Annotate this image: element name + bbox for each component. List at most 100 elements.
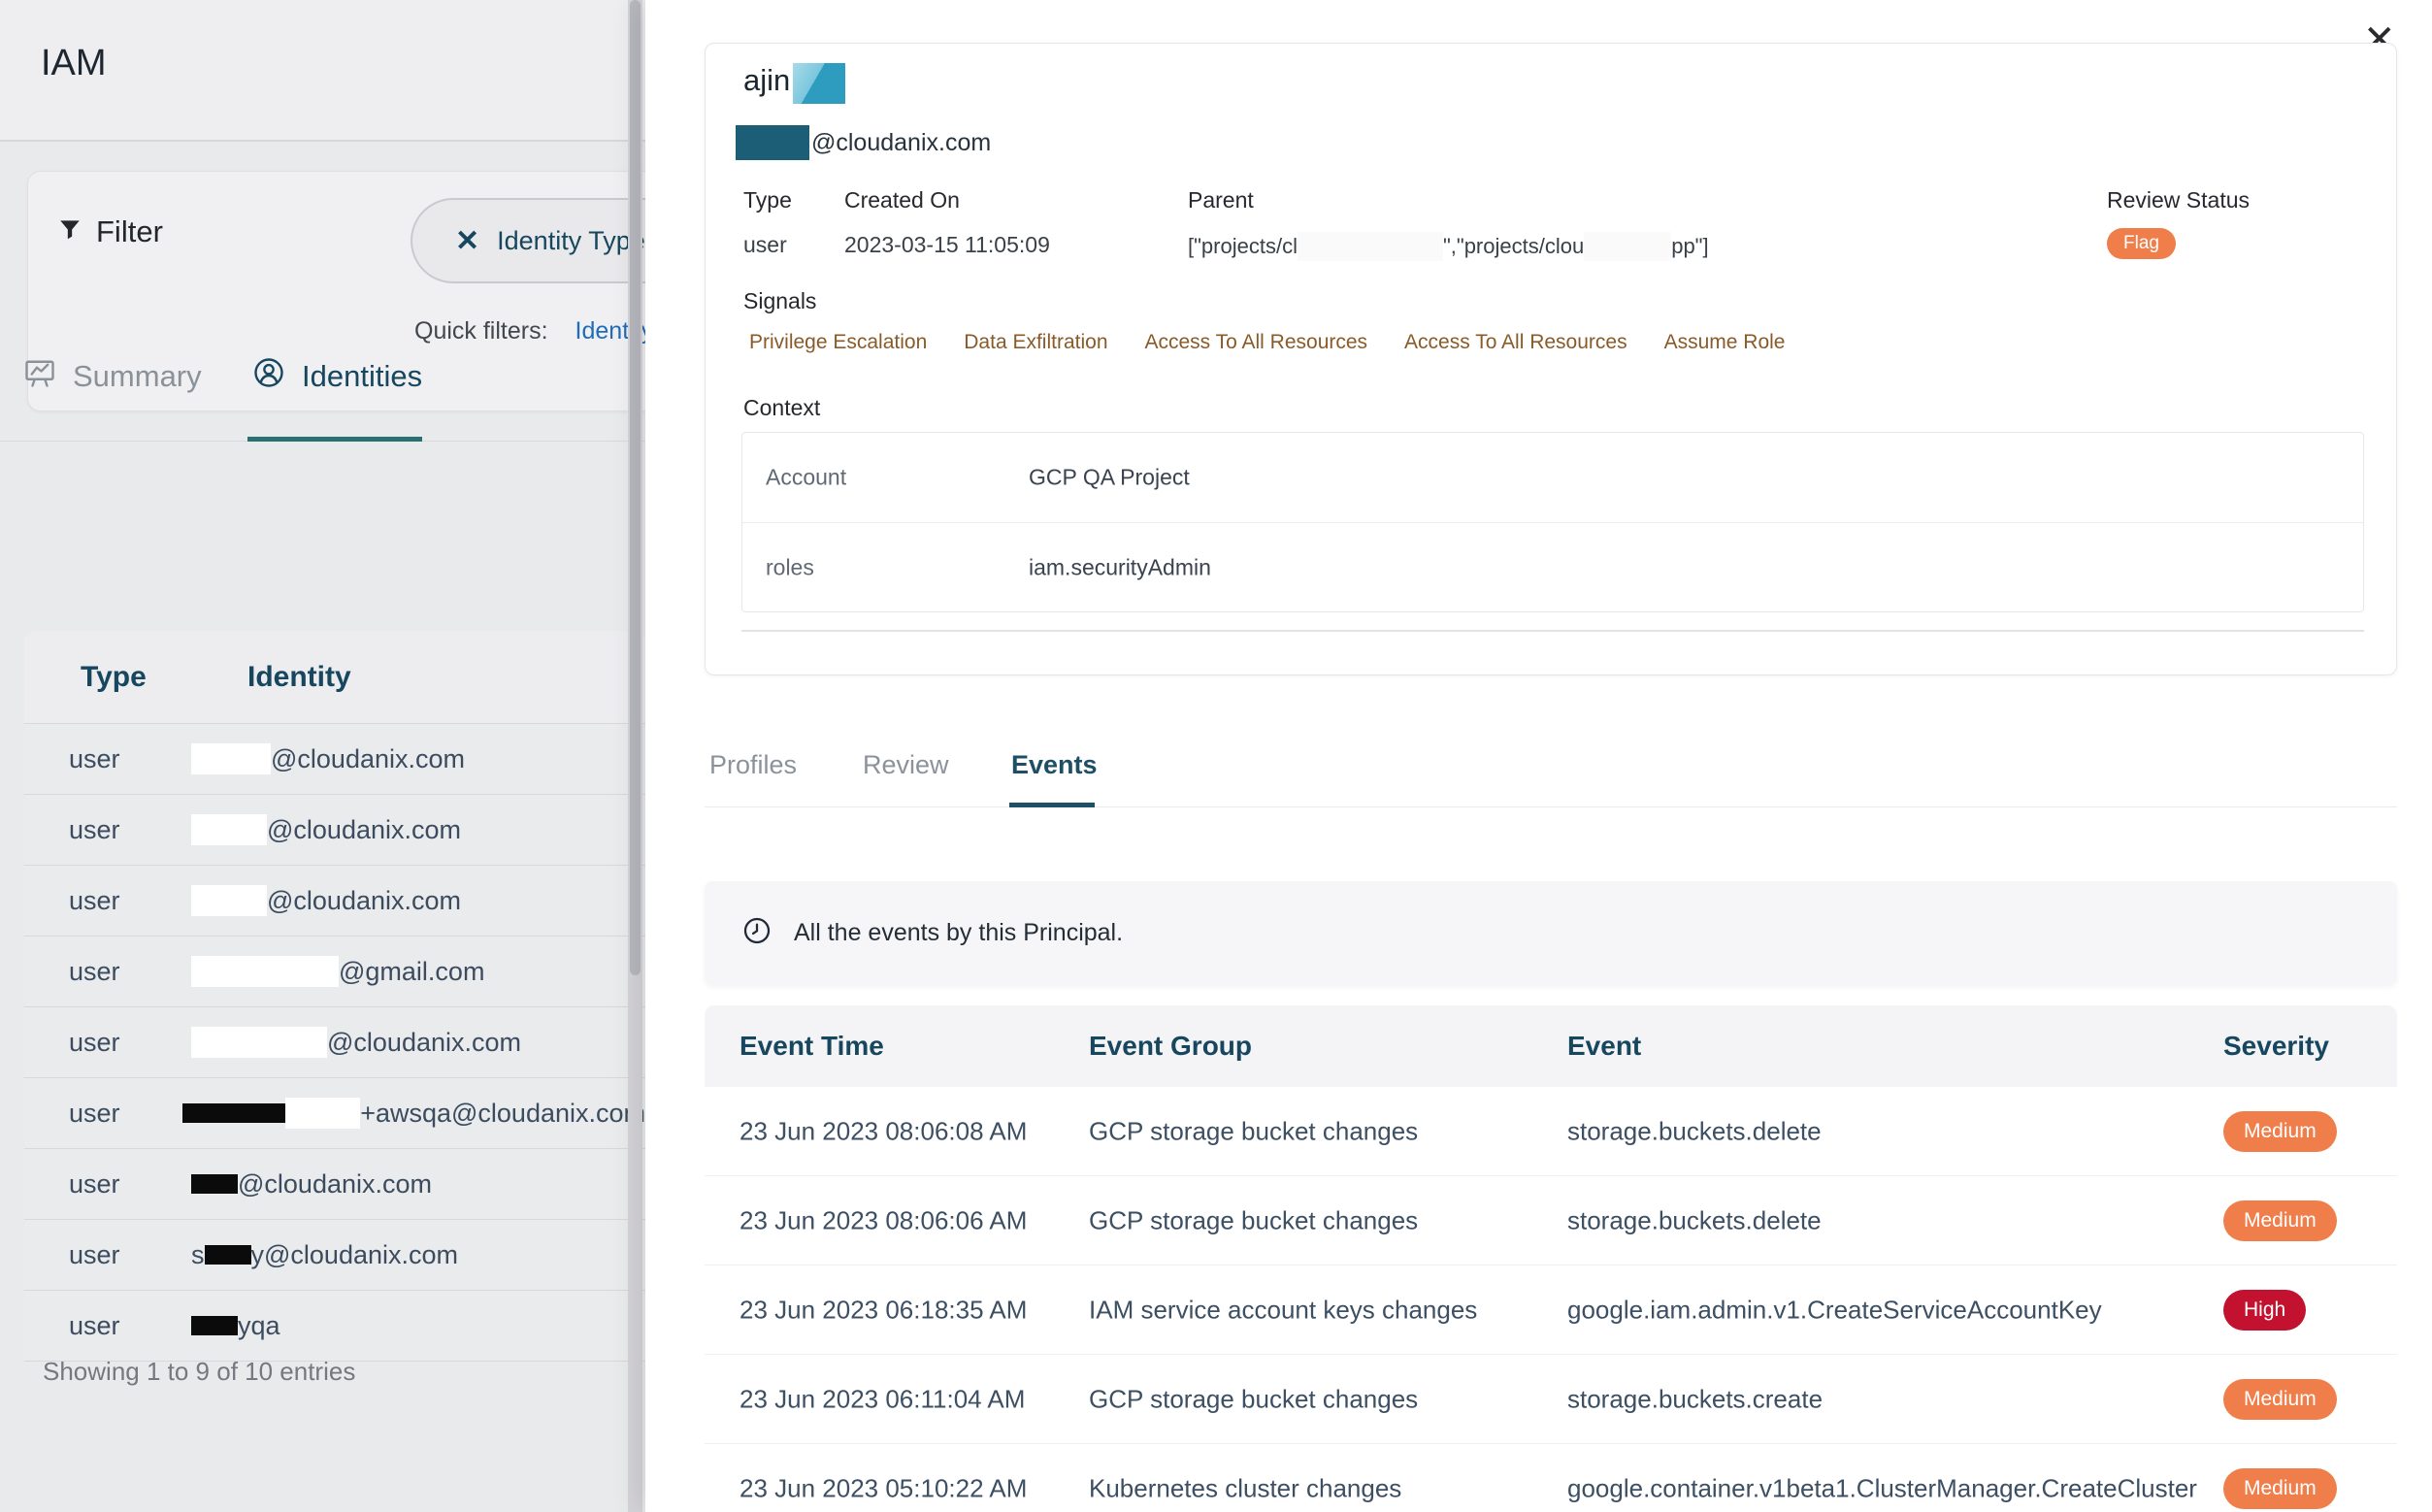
redacted-text-part: @gmail.com <box>339 957 484 987</box>
table-row[interactable]: user@gmail.com <box>24 937 645 1007</box>
context-row: roles iam.securityAdmin <box>742 523 2363 612</box>
identity-email: @cloudanix.com <box>736 125 991 160</box>
drawer-tabs-divider <box>705 806 2397 807</box>
clock-icon <box>705 915 772 951</box>
context-label: Context <box>743 395 820 421</box>
chip-close-icon[interactable]: ✕ <box>455 224 479 258</box>
column-header-event-time: Event Time <box>739 1031 884 1062</box>
table-row[interactable]: user+awsqa@cloudanix.com <box>24 1078 645 1149</box>
tab-summary-label: Summary <box>73 359 202 394</box>
table-row[interactable]: useryqa <box>24 1291 645 1362</box>
field-parent-label: Parent <box>1188 187 1709 214</box>
page-header: IAM <box>0 0 645 142</box>
table-pagination-status: Showing 1 to 9 of 10 entries <box>43 1357 355 1387</box>
redacted-text-part: yqa <box>238 1311 280 1341</box>
event-time-cell: 23 Jun 2023 06:18:35 AM <box>739 1295 1027 1325</box>
signals-list: Privilege EscalationData ExfiltrationAcc… <box>738 323 1796 362</box>
column-header-event: Event <box>1567 1031 1641 1062</box>
table-row[interactable]: user@cloudanix.com <box>24 795 645 866</box>
event-group-cell: GCP storage bucket changes <box>1089 1205 1418 1235</box>
redacted-text-part: ["projects/cl <box>1188 234 1298 259</box>
table-row[interactable]: user @cloudanix.com <box>24 1149 645 1220</box>
event-row[interactable]: 23 Jun 2023 08:06:08 AMGCP storage bucke… <box>705 1087 2397 1176</box>
identity-cell: @cloudanix.com <box>191 1169 432 1200</box>
event-row[interactable]: 23 Jun 2023 06:11:04 AM GCP storage bucke… <box>705 1355 2397 1444</box>
severity-cell: Medium <box>2223 1379 2337 1420</box>
event-name-cell: storage.buckets.delete <box>1567 1116 1822 1146</box>
field-created-on: Created On 2023-03-15 11:05:09 <box>844 187 1050 258</box>
quick-filters: Quick filters: Identity: U <box>414 317 684 345</box>
identity-cell: @cloudanix.com <box>191 1027 521 1058</box>
review-status-badge[interactable]: Flag <box>2107 228 2176 259</box>
context-key: roles <box>766 555 814 581</box>
severity-cell: Medium <box>2223 1468 2337 1509</box>
redaction-box <box>191 1174 238 1194</box>
redacted-text-part: s <box>191 1240 205 1270</box>
field-type-label: Type <box>743 187 792 214</box>
page-scrollbar-thumb[interactable] <box>630 0 641 975</box>
tab-identities[interactable]: Identities <box>251 355 422 398</box>
context-rows: AccountGCP QA Project roles iam.securityAd… <box>742 433 2363 612</box>
context-card: AccountGCP QA Project roles iam.securityAd… <box>741 432 2364 612</box>
severity-cell: High <box>2223 1290 2306 1331</box>
tab-events[interactable]: Events <box>1011 750 1098 780</box>
type-cell: user <box>69 1169 191 1200</box>
event-time-cell: 23 Jun 2023 08:06:08 AM <box>739 1116 1027 1146</box>
events-table-header: Event Time Event Group Event Severity <box>705 1005 2397 1087</box>
page-title: IAM <box>41 43 107 84</box>
context-row: AccountGCP QA Project <box>742 433 2363 523</box>
type-cell: user <box>69 886 191 916</box>
type-cell: user <box>69 744 191 774</box>
event-row[interactable]: 23 Jun 2023 05:10:22 AMKubernetes cluste… <box>705 1444 2397 1512</box>
identities-table: Type Identity user@cloudanix.comuser@clo… <box>24 631 645 1362</box>
severity-cell: Medium <box>2223 1111 2337 1152</box>
type-cell: user <box>69 1028 191 1058</box>
event-row[interactable]: 23 Jun 2023 08:06:06 AMGCP storage bucke… <box>705 1176 2397 1265</box>
identity-cell: @gmail.com <box>191 956 484 987</box>
redacted-text-part: y@cloudanix.com <box>251 1240 459 1270</box>
event-time-cell: 23 Jun 2023 06:11:04 AM <box>739 1384 1025 1414</box>
table-row[interactable]: user@cloudanix.com <box>24 866 645 937</box>
redacted-text-part: @cloudanix.com <box>327 1028 521 1058</box>
context-value: iam.securityAdmin <box>1029 555 1211 581</box>
signal-chip: Access To All Resources <box>1393 323 1639 362</box>
event-name-cell: storage.buckets.delete <box>1567 1205 1822 1235</box>
severity-badge: Medium <box>2223 1111 2337 1152</box>
table-row[interactable]: user @cloudanix.com <box>24 1007 645 1078</box>
identity-cell: @cloudanix.com <box>191 743 465 774</box>
redaction-box <box>191 814 267 845</box>
presentation-chart-icon <box>22 355 57 398</box>
identities-table-header: Type Identity <box>24 631 645 724</box>
identity-cell: @cloudanix.com <box>191 885 461 916</box>
filter-toggle[interactable]: Filter <box>57 214 163 249</box>
identity-cell: s y@cloudanix.com <box>191 1240 458 1270</box>
tab-profiles[interactable]: Profiles <box>709 750 797 780</box>
app-window: IAM Filter ✕ Identity Type: Us Quick fil… <box>0 0 2432 1512</box>
events-info-banner: All the events by this Principal. <box>705 881 2397 984</box>
event-group-cell: GCP storage bucket changes <box>1089 1384 1418 1414</box>
identity-name-text: ajin <box>743 63 790 98</box>
field-parent: Parent ["projects/cl","projects/cloupp"] <box>1188 187 1709 261</box>
field-review-status: Review Status Flag <box>2107 187 2250 259</box>
redacted-text-part: @cloudanix.com <box>271 744 465 774</box>
event-group-cell: Kubernetes cluster changes <box>1089 1473 1401 1503</box>
event-row[interactable]: 23 Jun 2023 06:18:35 AMIAM service accou… <box>705 1265 2397 1355</box>
field-review-label: Review Status <box>2107 187 2250 214</box>
redacted-text-part: @cloudanix.com <box>238 1169 432 1200</box>
identity-detail-drawer: ✕ ajin @cloudanix.com Type user Created … <box>645 0 2432 1512</box>
table-row[interactable]: user @cloudanix.com <box>24 724 645 795</box>
identity-cell: @cloudanix.com <box>191 814 461 845</box>
identity-cell: yqa <box>191 1311 280 1341</box>
redaction-box <box>736 125 809 160</box>
field-created-value: 2023-03-15 11:05:09 <box>844 232 1050 258</box>
table-row[interactable]: usersy@cloudanix.com <box>24 1220 645 1291</box>
signal-chip: Privilege Escalation <box>738 323 938 362</box>
redaction-box <box>1298 232 1443 261</box>
user-circle-icon <box>251 355 286 398</box>
tab-review[interactable]: Review <box>863 750 949 780</box>
tab-summary[interactable]: Summary <box>22 355 202 398</box>
column-header-identity: Identity <box>247 661 351 694</box>
field-type-value: user <box>743 232 792 258</box>
severity-badge: High <box>2223 1290 2306 1331</box>
identity-email-text: @cloudanix.com <box>811 129 991 157</box>
